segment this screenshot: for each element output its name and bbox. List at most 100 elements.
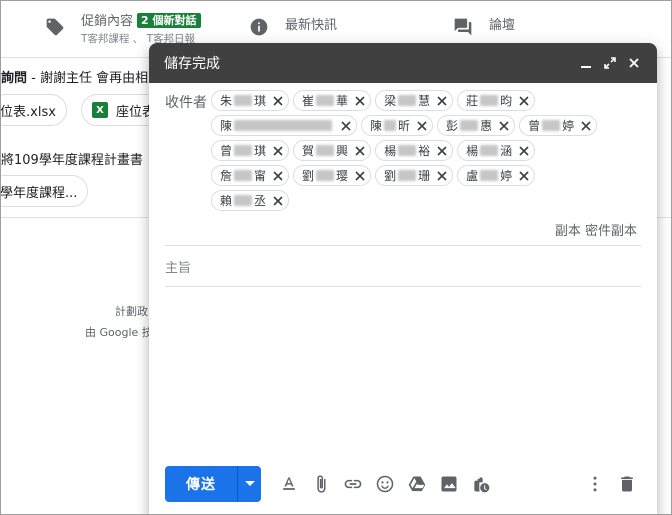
recipient-chip[interactable]: 梁慧 [375,90,454,111]
recipient-name-start: 楊 [466,144,479,158]
delete-icon[interactable] [611,468,643,500]
remove-recipient-icon[interactable] [436,170,448,182]
remove-recipient-icon[interactable] [518,145,530,157]
send-options-chevron-icon[interactable] [237,466,261,502]
recipient-chip[interactable]: 劉璎 [293,165,372,186]
excel-icon: X [92,102,108,118]
email-row[interactable]: 將109學年度課程計畫書 [1,149,143,168]
redacted-text [460,120,479,131]
recipient-name-end: 甯 [254,169,267,183]
compose-toolbar: 傳送 [165,466,643,502]
category-label: 論壇 [489,18,516,33]
close-icon[interactable] [626,55,642,71]
redacted-text [480,95,499,106]
email-row[interactable]: 詢問 - 謝謝主任 會再由相 [1,67,148,86]
recipient-name-start: 曾 [528,119,541,133]
recipient-name-end: 丞 [254,194,267,208]
category-forums[interactable]: 論壇 [453,13,515,37]
more-options-icon[interactable] [579,468,611,500]
remove-recipient-icon[interactable] [340,120,352,132]
recipient-name-end: 慧 [418,94,431,108]
redacted-text [234,170,253,181]
redacted-text [384,120,397,131]
recipient-name-start: 賀 [302,144,315,158]
remove-recipient-icon[interactable] [272,195,284,207]
attach-file-icon[interactable] [305,468,337,500]
recipient-chip[interactable]: 莊昀 [457,90,536,111]
recipient-chip[interactable]: 陳 [211,115,358,136]
category-promotions[interactable]: 促銷內容 2 個新對話 T客邦課程 、 T客邦日報 [45,13,201,46]
recipient-chip[interactable]: 曾琪 [211,140,290,161]
recipient-name-end: 婷 [562,119,575,133]
recipient-name-start: 陳 [220,119,233,133]
remove-recipient-icon[interactable] [436,95,448,107]
recipient-chip[interactable]: 崔華 [293,90,372,111]
fullscreen-icon[interactable] [602,55,618,71]
recipient-name-end: 琪 [254,94,267,108]
recipient-chip[interactable]: 朱琪 [211,90,290,111]
remove-recipient-icon[interactable] [272,170,284,182]
recipient-name-start: 劉 [302,169,315,183]
minimize-icon[interactable] [578,55,594,71]
remove-recipient-icon[interactable] [518,95,530,107]
recipient-chip[interactable]: 曾婷 [519,115,598,136]
recipient-chip[interactable]: 楊裕 [375,140,454,161]
recipient-name-end: 華 [336,94,349,108]
to-label: 收件者 [165,95,207,111]
recipient-chip[interactable]: 詹甯 [211,165,290,186]
insert-photo-icon[interactable] [433,468,465,500]
remove-recipient-icon[interactable] [436,145,448,157]
subject-input[interactable]: 主旨 [165,246,641,286]
remove-recipient-icon[interactable] [518,170,530,182]
recipient-chip[interactable]: 劉珊 [375,165,454,186]
redacted-text [398,170,417,181]
redacted-text [234,145,253,156]
redacted-text [234,120,333,131]
remove-recipient-icon[interactable] [354,145,366,157]
recipient-chip[interactable]: 彭惠 [437,115,516,136]
recipient-name-end: 昕 [398,119,411,133]
recipient-chip[interactable]: 賴丞 [211,190,290,211]
attachment-chip[interactable]: 學年度課程... [1,175,89,207]
remove-recipient-icon[interactable] [354,170,366,182]
recipient-name-start: 曾 [220,144,233,158]
insert-link-icon[interactable] [337,468,369,500]
redacted-text [398,145,417,156]
remove-recipient-icon[interactable] [354,95,366,107]
app-window: 促銷內容 2 個新對話 T客邦課程 、 T客邦日報 最新快訊 論壇 詢問 - 謝謝… [0,0,672,515]
confidential-mode-icon[interactable] [465,468,497,500]
send-button[interactable]: 傳送 [165,466,237,502]
recipient-name-end: 裕 [418,144,431,158]
email-snippet: - 謝謝主任 會再由相 [27,71,149,86]
recipient-name-start: 詹 [220,169,233,183]
category-updates[interactable]: 最新快訊 [249,13,337,37]
recipient-name-end: 璎 [336,169,349,183]
remove-recipient-icon[interactable] [272,145,284,157]
attachment-chip[interactable]: 位表.xlsx [1,94,67,126]
cc-bcc-link[interactable]: 副本 密件副本 [165,220,641,239]
compose-body: 收件者 朱琪崔華梁慧莊昀陳陳昕彭惠曾婷曾琪賀興楊裕楊涵詹甯劉璎劉珊盧婷賴丞 副本… [149,83,657,287]
email-subject: 將109學年度課程計畫書 [1,153,143,168]
remove-recipient-icon[interactable] [498,120,510,132]
redacted-text [480,145,499,156]
recipient-chip[interactable]: 賀興 [293,140,372,161]
remove-recipient-icon[interactable] [580,120,592,132]
compose-window: 儲存完成 收件者 朱琪崔華梁慧莊昀陳陳昕彭惠曾婷曾琪賀興楊裕楊涵詹甯劉璎劉珊盧婷… [149,43,657,514]
compose-header[interactable]: 儲存完成 [149,43,657,83]
redacted-text [316,95,335,106]
recipient-name-end: 琪 [254,144,267,158]
recipient-name-start: 盧 [466,169,479,183]
recipient-chip[interactable]: 楊涵 [457,140,536,161]
remove-recipient-icon[interactable] [416,120,428,132]
tag-icon [45,17,65,37]
remove-recipient-icon[interactable] [272,95,284,107]
recipient-chip[interactable]: 盧婷 [457,165,536,186]
forum-icon [453,17,473,37]
google-drive-icon[interactable] [401,468,433,500]
recipient-chip[interactable]: 陳昕 [361,115,434,136]
to-field[interactable]: 收件者 朱琪崔華梁慧莊昀陳陳昕彭惠曾婷曾琪賀興楊裕楊涵詹甯劉璎劉珊盧婷賴丞 [165,89,641,214]
emoji-icon[interactable] [369,468,401,500]
category-label: 最新快訊 [285,18,338,33]
redacted-text [316,170,335,181]
text-format-icon[interactable] [273,468,305,500]
